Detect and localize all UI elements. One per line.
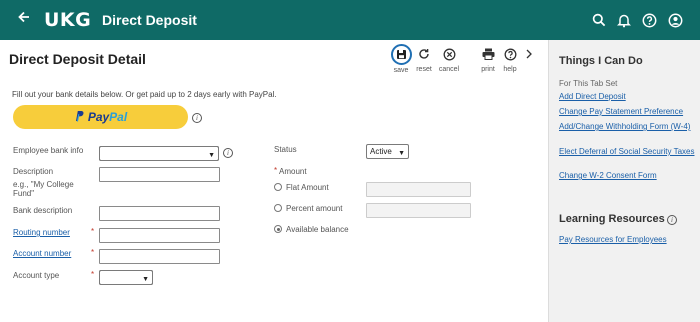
- routing-number-link[interactable]: Routing number: [13, 228, 70, 237]
- bank-description-input[interactable]: [99, 206, 220, 221]
- paypal-button[interactable]: Pay Pal: [13, 105, 188, 129]
- paypal-info-icon[interactable]: i: [192, 113, 202, 123]
- status-label: Status: [274, 145, 297, 154]
- search-icon[interactable]: [589, 10, 609, 30]
- percent-amount-radio[interactable]: [274, 204, 282, 212]
- account-type-required-marker: *: [91, 270, 95, 279]
- chevron-down-icon: ▼: [142, 276, 149, 283]
- flat-amount-input[interactable]: [366, 182, 471, 197]
- account-type-label: Account type: [13, 271, 60, 280]
- sidebar-link-change-pay-statement[interactable]: Change Pay Statement Preference: [559, 107, 699, 117]
- learning-resources-heading: Learning Resources: [559, 213, 665, 225]
- chevron-down-icon: ▼: [208, 152, 215, 159]
- routing-number-input[interactable]: [99, 228, 220, 243]
- account-number-input[interactable]: [99, 249, 220, 264]
- percent-amount-label: Percent amount: [286, 204, 343, 213]
- ukg-logo[interactable]: UKG: [44, 9, 91, 31]
- sidebar-link-withholding-form[interactable]: Add/Change Withholding Form (W-4): [559, 122, 699, 132]
- page-title: Direct Deposit Detail: [9, 51, 146, 67]
- employee-bank-info-label: Employee bank info: [13, 146, 84, 155]
- description-input[interactable]: [99, 167, 220, 182]
- percent-amount-input[interactable]: [366, 203, 471, 218]
- paypal-text-pal: Pal: [109, 110, 128, 124]
- page-header-title: Direct Deposit: [102, 12, 197, 28]
- bank-description-label: Bank description: [13, 206, 73, 215]
- user-profile-icon[interactable]: [665, 10, 685, 30]
- sidebar-link-w2-consent[interactable]: Change W-2 Consent Form: [559, 171, 699, 181]
- cancel-button[interactable]: cancel: [434, 44, 464, 73]
- main-panel: Direct Deposit Detail save reset cancel …: [0, 40, 548, 322]
- available-balance-label: Available balance: [286, 225, 349, 234]
- learning-resources-info-icon[interactable]: i: [667, 215, 677, 225]
- status-select[interactable]: Active ▼: [366, 144, 409, 159]
- employee-bank-info-select-frame[interactable]: ▼: [99, 146, 219, 161]
- things-i-can-do-heading: Things I Can Do: [559, 55, 643, 67]
- routing-required-marker: *: [91, 227, 95, 236]
- sidebar-link-pay-resources[interactable]: Pay Resources for Employees: [559, 235, 699, 245]
- bell-icon[interactable]: [614, 10, 634, 30]
- back-arrow-icon[interactable]: [15, 10, 33, 30]
- sidebar-link-add-direct-deposit[interactable]: Add Direct Deposit: [559, 92, 699, 102]
- status-value: Active: [370, 147, 392, 156]
- account-number-required-marker: *: [91, 248, 95, 257]
- paypal-text-pay: Pay: [87, 110, 110, 124]
- things-subheading: For This Tab Set: [559, 79, 618, 88]
- chevron-right-icon: [519, 44, 539, 64]
- cancel-icon: [439, 44, 459, 64]
- sidebar: Things I Can Do For This Tab Set Add Dir…: [548, 40, 700, 322]
- more-chevron-button[interactable]: [514, 44, 544, 64]
- intro-text: Fill out your bank details below. Or get…: [12, 90, 277, 99]
- amount-required-marker: *: [274, 166, 278, 175]
- help-label: help: [503, 66, 517, 73]
- bank-info-info-icon[interactable]: i: [223, 148, 233, 158]
- app-header: UKG Direct Deposit: [0, 0, 700, 40]
- account-number-link[interactable]: Account number: [13, 249, 71, 258]
- paypal-p-icon: [74, 110, 84, 125]
- flat-amount-label: Flat Amount: [286, 183, 329, 192]
- sidebar-link-elect-deferral[interactable]: Elect Deferral of Social Security Taxes: [559, 147, 699, 157]
- reset-icon: [414, 44, 434, 64]
- flat-amount-radio[interactable]: [274, 183, 282, 191]
- chevron-down-icon: ▼: [398, 150, 405, 157]
- amount-label: Amount: [279, 167, 307, 176]
- cancel-label: cancel: [438, 66, 460, 73]
- description-label: Description: [13, 167, 54, 176]
- account-type-select-frame[interactable]: ▼: [99, 270, 153, 285]
- description-hint: e.g., "My College Fund": [13, 180, 74, 198]
- help-circle-icon[interactable]: [639, 10, 659, 30]
- available-balance-radio[interactable]: [274, 225, 282, 233]
